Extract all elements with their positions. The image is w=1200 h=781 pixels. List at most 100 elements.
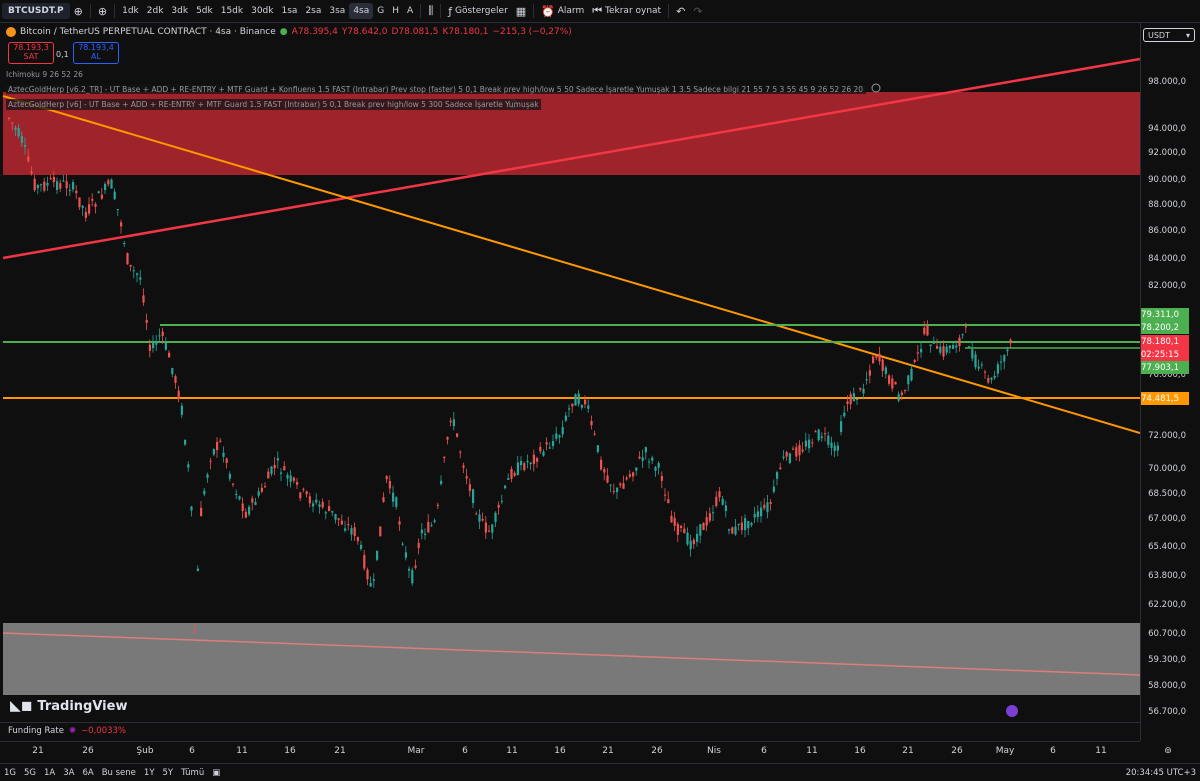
- range-1g[interactable]: 1G: [0, 768, 20, 778]
- candle-body: [760, 507, 763, 517]
- candle-body: [420, 529, 423, 534]
- candle-body: [494, 512, 497, 523]
- price-label: 86.000,0: [1148, 226, 1186, 236]
- candle-body: [321, 501, 324, 508]
- tf-1dk[interactable]: 1dk: [118, 0, 143, 22]
- tf-3sa[interactable]: 3sa: [325, 0, 349, 22]
- range-5g[interactable]: 5G: [20, 768, 40, 778]
- candle-body: [75, 190, 78, 194]
- range-3a[interactable]: 3A: [59, 768, 78, 778]
- candle-body: [100, 194, 103, 199]
- range-5y[interactable]: 5Y: [159, 768, 178, 778]
- tf-a[interactable]: A: [403, 0, 417, 22]
- candle-body: [254, 502, 257, 505]
- candle-body: [376, 550, 379, 560]
- candle-body: [680, 525, 683, 528]
- candle-body: [664, 494, 667, 496]
- tf-g[interactable]: G: [373, 0, 388, 22]
- indicator-ichimoku[interactable]: Ichimoku 9 26 52 26: [6, 70, 83, 79]
- range-1y[interactable]: 1Y: [140, 768, 159, 778]
- candle-body: [1006, 349, 1009, 352]
- buy-button[interactable]: 78.193,4 AL: [73, 42, 119, 64]
- chart-header: Bitcoin / TetherUS PERPETUAL CONTRACT · …: [6, 27, 572, 37]
- tf-30dk[interactable]: 30dk: [247, 0, 277, 22]
- candle-body: [56, 181, 59, 190]
- tf-5dk[interactable]: 5dk: [192, 0, 217, 22]
- candle-body: [862, 388, 865, 394]
- price-label: 60.700,0: [1148, 629, 1186, 639]
- clock[interactable]: 20:34:45 UTC+3: [1122, 768, 1200, 778]
- price-tag-green-3: 77.903,1: [1141, 361, 1189, 374]
- candle-body: [619, 483, 622, 486]
- time-label: 21: [902, 746, 914, 756]
- sell-button[interactable]: 78.193,3 SAT: [8, 42, 54, 64]
- candle-body: [350, 528, 353, 535]
- date-range-icon[interactable]: ▣: [208, 768, 224, 778]
- add-symbol-icon[interactable]: ⊕: [94, 0, 111, 22]
- tf-15dk[interactable]: 15dk: [217, 0, 247, 22]
- candle-body: [811, 442, 814, 444]
- candle-body: [584, 399, 587, 405]
- candle-body: [491, 524, 494, 533]
- redo-icon[interactable]: ↷: [689, 0, 706, 22]
- candle-body: [820, 436, 823, 438]
- candle-body: [814, 431, 817, 433]
- candle-body: [878, 353, 881, 362]
- layouts-icon[interactable]: ▦: [512, 0, 530, 22]
- compare-icon[interactable]: ⊕: [70, 0, 87, 22]
- candle-body: [318, 504, 321, 507]
- candle-body: [897, 394, 900, 401]
- settings-icon[interactable]: ✺: [69, 726, 76, 736]
- candle-body: [324, 512, 327, 514]
- candle-body: [14, 127, 17, 130]
- tradingview-logo[interactable]: ◣◼ TradingView: [10, 698, 127, 714]
- candle-body: [660, 476, 663, 481]
- tf-3dk[interactable]: 3dk: [167, 0, 192, 22]
- time-axis[interactable]: 21 26 Şub 6 11 16 21 Mar 6 11 16 21 26 N…: [0, 741, 1172, 760]
- price-label: 72.000,0: [1148, 431, 1186, 441]
- tf-1sa[interactable]: 1sa: [278, 0, 302, 22]
- candle-body: [923, 327, 926, 335]
- alarm-button[interactable]: ⏰ Alarm: [537, 0, 588, 22]
- brand-label: TradingView: [37, 698, 128, 714]
- tf-4sa[interactable]: 4sa: [349, 3, 374, 19]
- candle-body: [84, 212, 87, 218]
- range-6a[interactable]: 6A: [78, 768, 97, 778]
- candle-body: [907, 375, 910, 385]
- chart-title: Bitcoin / TetherUS PERPETUAL CONTRACT · …: [20, 27, 276, 37]
- goto-settings-icon[interactable]: ⊚: [1164, 746, 1172, 756]
- price-label: 67.000,0: [1148, 514, 1186, 524]
- candle-body: [465, 476, 468, 479]
- candle-body: [209, 460, 212, 462]
- replay-button[interactable]: ⏮ Tekrar oynat: [588, 0, 665, 22]
- tf-h[interactable]: H: [388, 0, 403, 22]
- candle-body: [292, 477, 295, 481]
- range-ytd[interactable]: Bu sene: [98, 768, 140, 778]
- candle-body: [228, 473, 231, 479]
- candles-icon[interactable]: ⫼: [424, 0, 437, 22]
- top-toolbar: BTCUSDT.P ⊕ ⊕ 1dk 2dk 3dk 5dk 15dk 30dk …: [0, 0, 1200, 23]
- time-label: 16: [554, 746, 566, 756]
- tf-2sa[interactable]: 2sa: [301, 0, 325, 22]
- candle-body: [766, 502, 769, 513]
- candle-body: [187, 464, 190, 468]
- candle-body: [152, 343, 155, 349]
- symbol-search[interactable]: BTCUSDT.P: [2, 3, 70, 19]
- price-tag-countdown: 02:25:15: [1141, 348, 1189, 361]
- indicator-aztec-2[interactable]: AztecGoldHerp [v6] - UT Base + ADD + RE-…: [6, 99, 541, 110]
- undo-icon[interactable]: ↶: [672, 0, 689, 22]
- currency-selector[interactable]: USDT ▾: [1143, 28, 1195, 42]
- candle-body: [804, 440, 807, 447]
- indicator-aztec-1[interactable]: AztecGoldHerp [v6.2_TR] - UT Base + ADD …: [6, 85, 866, 94]
- divider: [440, 4, 442, 18]
- funding-rate-pane: Funding Rate ✺ −0,0033%: [0, 722, 1140, 738]
- price-chart[interactable]: [0, 23, 1140, 718]
- range-all[interactable]: Tümü: [177, 768, 208, 778]
- range-1a[interactable]: 1A: [40, 768, 59, 778]
- tf-2dk[interactable]: 2dk: [143, 0, 168, 22]
- eye-icon: [871, 83, 881, 93]
- indicators-button[interactable]: ƒ Göstergeler: [444, 0, 512, 22]
- candle-body: [728, 529, 731, 531]
- price-label: 68.500,0: [1148, 489, 1186, 499]
- candle-body: [110, 179, 113, 189]
